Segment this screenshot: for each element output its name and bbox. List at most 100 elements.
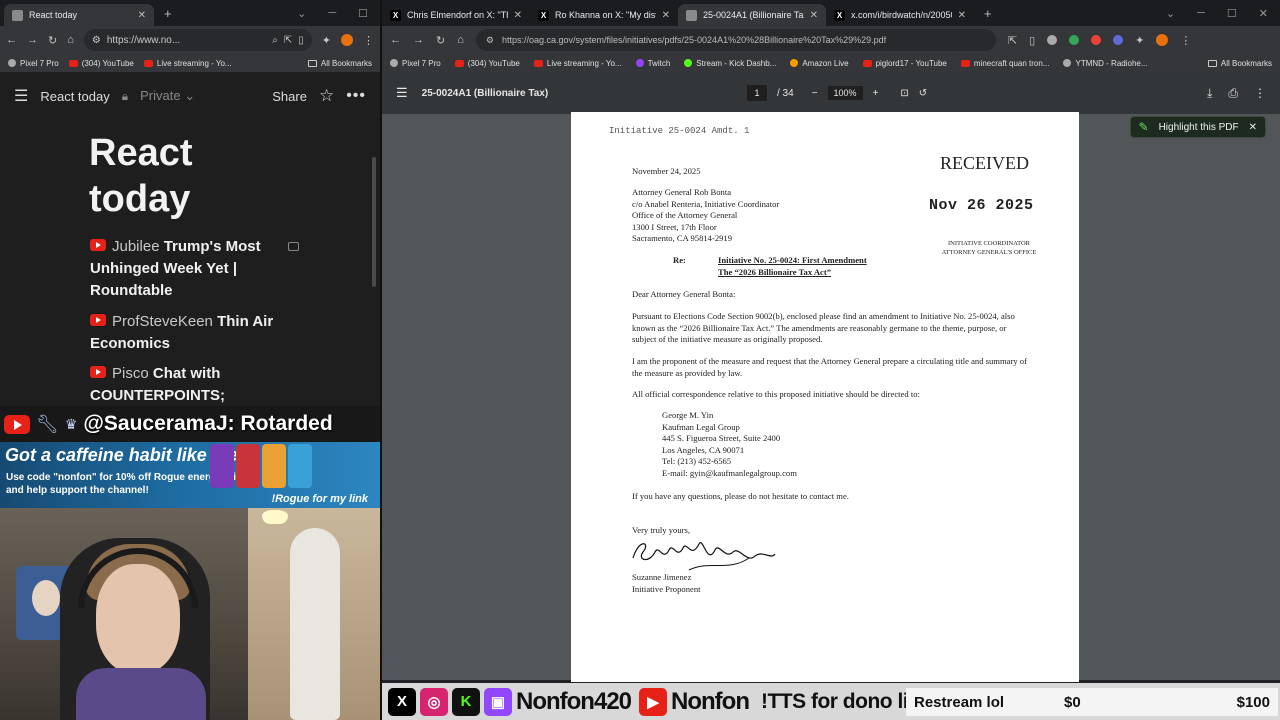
home-icon[interactable]: ⌂ (457, 34, 464, 46)
contact-line: 445 S. Figueroa Street, Suite 2400 (662, 433, 781, 443)
tab-title: 25-0024A1 (Billionaire Tax) (703, 10, 804, 20)
tab-search-icon[interactable]: ⌄ (297, 7, 306, 20)
favorite-star-icon[interactable]: ☆ (319, 86, 334, 106)
bookmark-item[interactable]: (304) YouTube (454, 59, 520, 68)
zoom-in-icon[interactable]: + (873, 88, 879, 99)
bookmark-item[interactable]: minecraft quan tron... (960, 59, 1049, 68)
tab-billionaire-tax-pdf[interactable]: 25-0024A1 (Billionaire Tax) ✕ (678, 4, 826, 26)
bookmark-youtube[interactable]: (304) YouTube (68, 59, 134, 68)
close-tab-icon[interactable]: ✕ (662, 10, 670, 21)
highlight-popup-label: Highlight this PDF (1158, 121, 1239, 133)
bookmark-label: Stream - Kick Dashb... (696, 58, 777, 68)
youtube-icon (533, 59, 543, 67)
extensions-icon[interactable]: ✦ (322, 34, 331, 47)
instagram-icon: ◎ (420, 687, 448, 716)
list-item[interactable]: Jubilee Trump's Most Unhinged Week Yet |… (90, 236, 280, 302)
zoom-level-input[interactable]: 100% (827, 86, 863, 100)
open-in-app-icon[interactable]: ⇱ (1008, 34, 1017, 47)
screen: React today ✕ + ⌄ ─ ☐ ← → ↻ ⌂ ⚙ https://… (0, 0, 1280, 720)
left-address-bar[interactable]: ⚙ https://www.no... ⌕ ⇱ ▯ (83, 29, 312, 51)
extension-icon[interactable] (1047, 35, 1058, 45)
back-icon[interactable]: ← (6, 34, 17, 46)
pdf-viewer[interactable]: Initiative 25-0024 Amdt. 1 November 24, … (382, 112, 1280, 682)
bookmark-icon[interactable]: ▯ (1029, 34, 1035, 47)
maximize-icon[interactable]: ☐ (358, 7, 368, 20)
close-tab-icon[interactable]: ✕ (514, 10, 522, 21)
stamp-office: INITIATIVE COORDINATOR ATTORNEY GENERAL'… (921, 239, 1057, 257)
grammarly-icon[interactable] (1069, 35, 1080, 45)
bookmark-all[interactable]: All Bookmarks (1207, 59, 1272, 68)
left-active-tab[interactable]: React today ✕ (4, 4, 154, 26)
menu-icon[interactable]: ⋮ (363, 34, 374, 47)
bookmark-item[interactable]: Stream - Kick Dashb... (684, 59, 776, 68)
notes-scrollbar[interactable] (372, 157, 376, 287)
tab-chris-elmendorf[interactable]: X Chris Elmendorf on X: "The go... ✕ (382, 4, 530, 26)
maximize-icon[interactable]: ☐ (1227, 7, 1237, 20)
bookmark-all[interactable]: All Bookmarks (307, 59, 372, 68)
address-line: Sacramento, CA 95814-2919 (632, 233, 733, 243)
menu-icon[interactable]: ⋮ (1180, 34, 1191, 47)
tab-birdwatch[interactable]: X x.com/i/birdwatch/n/20050135... ✕ (826, 4, 974, 26)
close-window-icon[interactable]: ✕ (1259, 7, 1268, 20)
bookmark-item[interactable]: piglord17 - YouTube (862, 59, 947, 68)
hamburger-menu-icon[interactable]: ☰ (14, 86, 28, 106)
item-source: Pisco (112, 365, 149, 382)
forward-icon[interactable]: → (413, 34, 424, 46)
tab-search-icon[interactable]: ⌄ (1166, 7, 1175, 20)
bookmark-live-streaming[interactable]: Live streaming - Yo... (143, 59, 232, 68)
list-item[interactable]: ProfSteveKeen Thin Air Economics (90, 311, 280, 355)
bookmark-item[interactable]: Twitch (635, 59, 670, 68)
print-icon[interactable]: ⎙ (1228, 86, 1238, 101)
bookmark-item[interactable]: Live streaming - Yo... (533, 59, 622, 68)
youtube-icon (454, 59, 464, 67)
new-tab-icon[interactable]: + (164, 6, 172, 21)
privacy-dropdown[interactable]: Private ⌄ (140, 88, 195, 104)
minimize-icon[interactable]: ─ (1197, 7, 1205, 20)
site-info-icon[interactable]: ⚙ (486, 35, 494, 46)
right-address-bar[interactable]: ⚙ https://oag.ca.gov/system/files/initia… (475, 29, 996, 51)
profile-avatar[interactable] (341, 34, 353, 46)
bookmark-item[interactable]: YTMND - Radiohe... (1063, 59, 1148, 68)
reload-icon[interactable]: ↻ (48, 34, 57, 47)
zoom-out-icon[interactable]: − (812, 88, 818, 99)
tab-ro-khanna[interactable]: X Ro Khanna on X: "My district is... ✕ (530, 4, 678, 26)
close-tab-icon[interactable]: ✕ (958, 10, 966, 21)
minimize-icon[interactable]: ─ (328, 7, 336, 20)
share-button[interactable]: Share (272, 89, 307, 104)
forward-icon[interactable]: → (27, 34, 38, 46)
extension-icon[interactable] (1091, 35, 1102, 45)
extensions-icon[interactable]: ✦ (1135, 34, 1144, 47)
pdf-sidebar-menu-icon[interactable]: ☰ (396, 85, 408, 101)
notes-page-name[interactable]: React today (40, 89, 109, 104)
download-icon[interactable]: ⤓ (1207, 86, 1212, 101)
bookmark-icon[interactable]: ▯ (298, 35, 304, 46)
bookmark-item[interactable]: Pixel 7 Pro (390, 59, 441, 68)
close-tab-icon[interactable]: ✕ (810, 10, 818, 21)
back-icon[interactable]: ← (390, 34, 401, 46)
highlight-pdf-popup[interactable]: ✎ Highlight this PDF ✕ (1129, 116, 1266, 138)
home-icon[interactable]: ⌂ (67, 34, 74, 46)
extension-icon[interactable] (1113, 35, 1124, 45)
site-info-icon[interactable]: ⚙ (92, 35, 101, 46)
bookmark-pixel[interactable]: Pixel 7 Pro (8, 59, 59, 68)
pdf-more-icon[interactable]: ⋮ (1254, 86, 1266, 101)
channel-name-secondary: Nonfon (671, 687, 750, 715)
page-total: / 34 (777, 87, 794, 99)
bookmark-item[interactable]: Amazon Live (790, 59, 849, 68)
goal-target: $100 (1236, 693, 1270, 711)
youtube-icon (90, 239, 106, 252)
page-number-input[interactable]: 1 (747, 85, 767, 101)
close-tab-icon[interactable]: ✕ (138, 10, 146, 21)
comment-icon[interactable] (288, 242, 299, 251)
more-options-icon[interactable]: ••• (346, 87, 366, 105)
zoom-search-icon[interactable]: ⌕ (272, 35, 278, 46)
new-tab-icon[interactable]: + (984, 6, 992, 21)
reload-icon[interactable]: ↻ (436, 34, 445, 47)
install-icon[interactable]: ⇱ (284, 35, 292, 46)
rotate-icon[interactable]: ↺ (919, 88, 927, 99)
profile-avatar[interactable] (1156, 34, 1169, 46)
contact-line: Los Angeles, CA 90071 (662, 444, 745, 455)
list-item[interactable]: Pisco Chat with COUNTERPOINTS; (90, 363, 280, 407)
close-popup-icon[interactable]: ✕ (1249, 122, 1257, 133)
fit-page-icon[interactable]: ⊡ (900, 88, 908, 99)
